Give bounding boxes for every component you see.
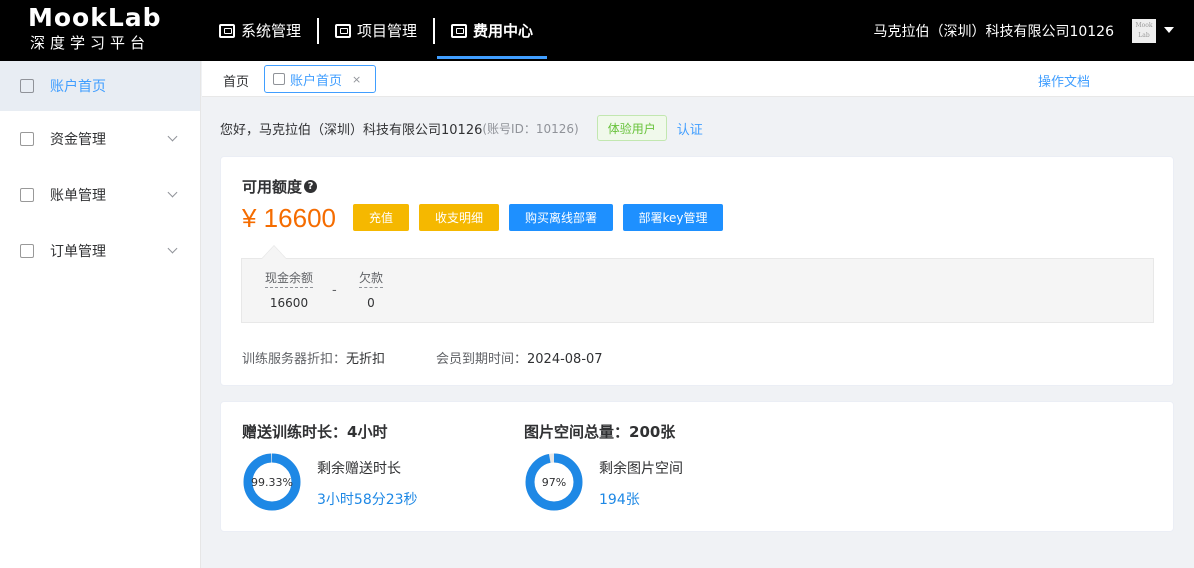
stats-card: 赠送训练时长：4小时 99.33% 剩余赠送时长 3小时58分23秒 图片空间总… bbox=[220, 401, 1174, 532]
help-icon[interactable]: ? bbox=[304, 180, 318, 193]
transaction-details-button[interactable]: 收支明细 bbox=[419, 204, 499, 231]
balance-separator: - bbox=[332, 283, 337, 298]
quota-title: 可用额度 ? bbox=[242, 176, 318, 197]
available-amount: ¥ 16600 bbox=[242, 203, 336, 233]
training-donut: 99.33% bbox=[242, 452, 302, 512]
nav-billing-center[interactable]: 费用中心 bbox=[437, 0, 548, 61]
discount-key: 训练服务器折扣： bbox=[242, 352, 347, 367]
quota-card: 可用额度 ? ¥ 16600 充值 收支明细 购买离线部署 部署key管理 现金… bbox=[220, 156, 1174, 386]
training-remaining-label: 剩余赠送时长 bbox=[317, 461, 401, 477]
discount-info: 训练服务器折扣：无折扣 bbox=[242, 348, 385, 367]
funds-icon bbox=[20, 132, 34, 146]
training-remaining-value: 3小时58分23秒 bbox=[317, 492, 418, 508]
images-title: 图片空间总量：200张 bbox=[524, 423, 676, 441]
discount-value: 无折扣 bbox=[346, 352, 386, 367]
nav-system-management[interactable]: 系统管理 bbox=[205, 0, 315, 61]
avatar[interactable]: Mook Lab bbox=[1132, 19, 1156, 43]
images-remaining-label: 剩余图片空间 bbox=[599, 461, 683, 477]
cash-balance-value: 16600 bbox=[269, 296, 309, 310]
sidebar: 账户首页 资金管理 账单管理 订单管理 bbox=[0, 61, 201, 568]
nav-label: 系统管理 bbox=[241, 22, 302, 40]
images-donut: 97% bbox=[524, 452, 584, 512]
top-nav: 系统管理 项目管理 费用中心 bbox=[205, 0, 548, 61]
logo-title: MookLab bbox=[28, 3, 162, 32]
images-percent: 97% bbox=[541, 475, 567, 489]
breadcrumb-home[interactable]: 首页 bbox=[223, 71, 249, 90]
wallet-icon bbox=[451, 23, 468, 38]
sidebar-item-label: 订单管理 bbox=[50, 244, 106, 260]
expire-info: 会员到期时间：2024-08-07 bbox=[436, 348, 603, 367]
top-bar: MookLab 深度学习平台 系统管理 项目管理 费用中心 马克拉伯（深圳）科技… bbox=[0, 0, 1194, 61]
nav-divider bbox=[317, 17, 320, 44]
chevron-down-icon bbox=[167, 131, 178, 142]
recharge-button[interactable]: 充值 bbox=[353, 204, 409, 231]
status-badge: 体验用户 bbox=[596, 115, 667, 141]
wallet-icon bbox=[20, 79, 34, 93]
company-name[interactable]: 马克拉伯（深圳）科技有限公司10126 bbox=[873, 21, 1114, 41]
chevron-down-icon bbox=[167, 243, 178, 254]
sidebar-item-label: 账单管理 bbox=[50, 188, 106, 204]
nav-label: 费用中心 bbox=[473, 22, 534, 40]
debt-label: 欠款 bbox=[358, 269, 383, 288]
buy-offline-deploy-button[interactable]: 购买离线部署 bbox=[509, 204, 613, 231]
sidebar-item-label: 账户首页 bbox=[50, 79, 106, 95]
account-id: (账号ID：10126) bbox=[482, 121, 579, 136]
quota-title-text: 可用额度 bbox=[242, 178, 303, 196]
wallet-icon bbox=[273, 73, 285, 85]
cash-balance-label: 现金余额 bbox=[264, 269, 313, 288]
chevron-down-icon bbox=[167, 187, 178, 198]
nav-project-management[interactable]: 项目管理 bbox=[321, 0, 431, 61]
deploy-key-button[interactable]: 部署key管理 bbox=[623, 204, 723, 231]
tab-account-home[interactable]: 账户首页 × bbox=[264, 65, 376, 93]
briefcase-icon bbox=[335, 23, 352, 38]
caret-down-icon[interactable] bbox=[1164, 27, 1174, 33]
training-percent: 99.33% bbox=[251, 475, 293, 489]
sidebar-item-bills[interactable]: 账单管理 bbox=[0, 167, 200, 223]
debt-value: 0 bbox=[367, 296, 375, 310]
sidebar-item-orders[interactable]: 订单管理 bbox=[0, 223, 200, 279]
pointer-arrow-fill bbox=[262, 246, 286, 259]
debt: 欠款 0 bbox=[354, 269, 388, 310]
docs-link[interactable]: 操作文档 bbox=[1038, 71, 1090, 90]
bill-icon bbox=[20, 188, 34, 202]
expire-value: 2024-08-07 bbox=[527, 352, 603, 367]
sidebar-item-funds[interactable]: 资金管理 bbox=[0, 111, 200, 167]
tab-label: 账户首页 bbox=[290, 73, 343, 89]
verify-link[interactable]: 认证 bbox=[677, 119, 703, 138]
logo-subtitle: 深度学习平台 bbox=[30, 34, 151, 52]
logo[interactable]: MookLab 深度学习平台 bbox=[28, 4, 178, 58]
tab-bar: 首页 账户首页 × 操作文档 bbox=[202, 61, 1194, 97]
expire-key: 会员到期时间： bbox=[436, 352, 528, 367]
balance-box: 现金余额 16600 - 欠款 0 bbox=[241, 258, 1154, 323]
nav-divider bbox=[433, 17, 436, 44]
order-icon bbox=[20, 244, 34, 258]
greeting-text: 您好，马克拉伯（深圳）科技有限公司10126 bbox=[220, 122, 483, 138]
monitor-icon bbox=[219, 23, 235, 38]
nav-label: 项目管理 bbox=[357, 22, 418, 40]
images-remaining-value: 194张 bbox=[599, 492, 640, 508]
cash-balance: 现金余额 16600 bbox=[264, 269, 314, 310]
sidebar-item-account-home[interactable]: 账户首页 bbox=[0, 61, 200, 111]
training-title: 赠送训练时长：4小时 bbox=[242, 423, 388, 441]
close-icon[interactable]: × bbox=[352, 73, 361, 86]
sidebar-item-label: 资金管理 bbox=[50, 132, 106, 148]
greeting-row: 您好，马克拉伯（深圳）科技有限公司10126 (账号ID：10126) 体验用户… bbox=[220, 114, 703, 142]
